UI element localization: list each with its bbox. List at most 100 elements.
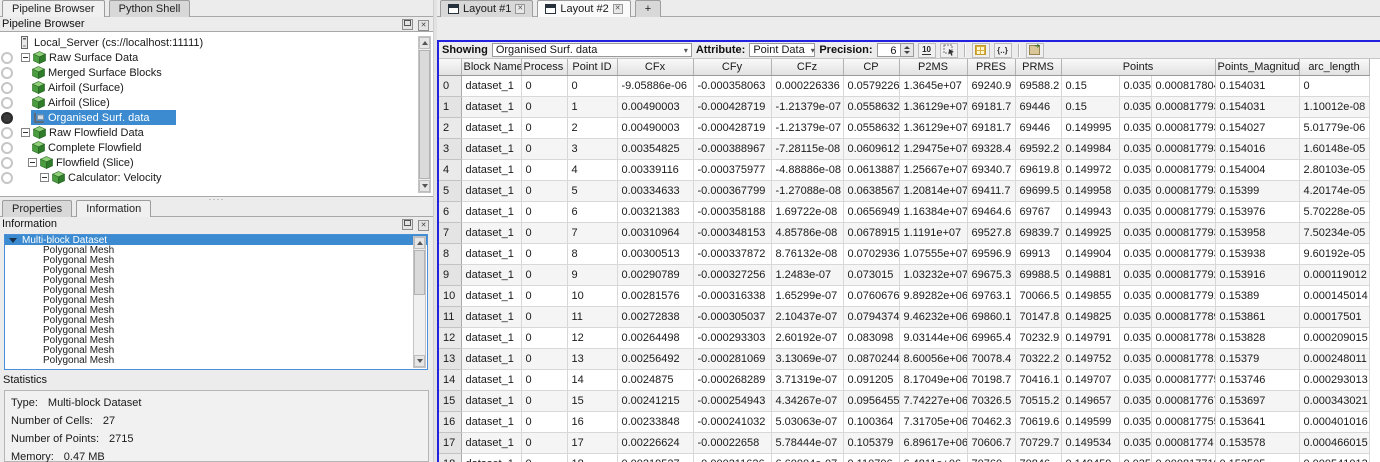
row-index-cell[interactable]: 11: [439, 306, 462, 328]
table-cell[interactable]: -9.05886e-06: [617, 75, 694, 97]
table-cell[interactable]: -0.000358063: [693, 75, 772, 97]
table-cell[interactable]: 0.0678915: [843, 222, 900, 244]
table-cell[interactable]: 0.091205: [843, 369, 900, 391]
table-cell[interactable]: -4.88886e-08: [771, 159, 844, 181]
table-cell[interactable]: 0.00321383: [617, 201, 694, 223]
table-cell[interactable]: 0.0613887: [843, 159, 900, 181]
table-cell[interactable]: 1.29475e+07: [899, 138, 968, 160]
column-header[interactable]: PRES: [967, 59, 1016, 76]
table-cell[interactable]: 0.035: [1119, 222, 1152, 244]
table-cell[interactable]: dataset_1: [461, 159, 522, 181]
table-cell[interactable]: 0.000817793: [1151, 222, 1216, 244]
table-cell[interactable]: dataset_1: [461, 369, 522, 391]
table-cell[interactable]: 8.17049e+06: [899, 369, 968, 391]
table-cell[interactable]: 0.0760676: [843, 285, 900, 307]
table-cell[interactable]: 70416.1: [1015, 369, 1062, 391]
visibility-eye-icon[interactable]: [0, 172, 13, 184]
table-cell[interactable]: 0.000817804: [1151, 75, 1216, 97]
table-cell[interactable]: 4: [567, 159, 618, 181]
visibility-eye-icon[interactable]: [0, 97, 13, 109]
pipeline-tree-item[interactable]: Airfoil (Slice): [0, 95, 433, 110]
table-cell[interactable]: 10: [567, 285, 618, 307]
scrollbar-thumb[interactable]: [414, 250, 425, 295]
table-cell[interactable]: 0.035: [1119, 348, 1152, 370]
info-list-item[interactable]: Polygonal Mesh: [5, 335, 427, 346]
table-cell[interactable]: -0.000241032: [693, 411, 772, 433]
table-cell[interactable]: 70198.7: [967, 369, 1016, 391]
tab-layout-1[interactable]: Layout #1: [440, 0, 534, 17]
visibility-eye-icon[interactable]: [0, 127, 13, 139]
table-cell[interactable]: 0.0558632: [843, 96, 900, 118]
table-cell[interactable]: 70760: [967, 453, 1016, 462]
table-cell[interactable]: 0.083098: [843, 327, 900, 349]
close-icon[interactable]: [418, 220, 429, 231]
table-cell[interactable]: 2: [567, 117, 618, 139]
showing-source-dropdown[interactable]: Organised Surf. data: [491, 43, 692, 57]
pipeline-tree-item[interactable]: Local_Server (cs://localhost:11111): [0, 35, 433, 50]
table-cell[interactable]: 0.00017501: [1299, 306, 1370, 328]
info-list-scrollbar[interactable]: [413, 236, 426, 368]
column-header[interactable]: Points_Magnitude: [1215, 59, 1300, 76]
table-cell[interactable]: 69839.7: [1015, 222, 1062, 244]
table-cell[interactable]: 0.035: [1119, 96, 1152, 118]
table-cell[interactable]: 1.60148e-05: [1299, 138, 1370, 160]
table-cell[interactable]: 8.76132e-08: [771, 243, 844, 265]
table-cell[interactable]: -0.000327256: [693, 264, 772, 286]
table-cell[interactable]: dataset_1: [461, 201, 522, 223]
table-cell[interactable]: 0.035: [1119, 159, 1152, 181]
row-index-cell[interactable]: 13: [439, 348, 462, 370]
precision-stepper[interactable]: 6: [876, 43, 914, 57]
table-cell[interactable]: 0.000817793: [1151, 243, 1216, 265]
table-cell[interactable]: 69588.2: [1015, 75, 1062, 97]
table-cell[interactable]: 0: [521, 369, 568, 391]
table-cell[interactable]: 0.000248011: [1299, 348, 1370, 370]
info-list-item-root[interactable]: Multi-block Dataset: [5, 235, 427, 246]
table-cell[interactable]: -0.000211626: [693, 453, 772, 462]
table-cell[interactable]: 14: [567, 369, 618, 391]
table-cell[interactable]: 0.00241215: [617, 390, 694, 412]
table-cell[interactable]: 0.035: [1119, 243, 1152, 265]
table-cell[interactable]: 0.149904: [1061, 243, 1120, 265]
table-cell[interactable]: 0.149599: [1061, 411, 1120, 433]
table-cell[interactable]: 9.03144e+06: [899, 327, 968, 349]
table-cell[interactable]: 6: [567, 201, 618, 223]
table-cell[interactable]: 1.36129e+07: [899, 117, 968, 139]
table-cell[interactable]: 2.60192e-07: [771, 327, 844, 349]
info-list-item[interactable]: Polygonal Mesh: [5, 245, 427, 256]
table-cell[interactable]: 0.153697: [1215, 390, 1300, 412]
table-cell[interactable]: 69699.5: [1015, 180, 1062, 202]
table-cell[interactable]: 0.00081774: [1151, 432, 1216, 454]
table-cell[interactable]: 0.149995: [1061, 117, 1120, 139]
table-cell[interactable]: 0: [521, 390, 568, 412]
table-cell[interactable]: 9.46232e+06: [899, 306, 968, 328]
table-cell[interactable]: 9.89282e+06: [899, 285, 968, 307]
table-cell[interactable]: 0.149984: [1061, 138, 1120, 160]
table-cell[interactable]: 0.000226336: [771, 75, 844, 97]
table-cell[interactable]: dataset_1: [461, 96, 522, 118]
select-cells-icon[interactable]: [939, 42, 958, 58]
tab-layout-2[interactable]: Layout #2: [537, 0, 631, 17]
table-cell[interactable]: 0.149972: [1061, 159, 1120, 181]
table-cell[interactable]: 0.149958: [1061, 180, 1120, 202]
table-cell[interactable]: 7.74227e+06: [899, 390, 968, 412]
column-header[interactable]: Points: [1061, 59, 1216, 76]
table-cell[interactable]: 70322.2: [1015, 348, 1062, 370]
table-cell[interactable]: 69527.8: [967, 222, 1016, 244]
table-cell[interactable]: 0.149707: [1061, 369, 1120, 391]
table-cell[interactable]: 70515.2: [1015, 390, 1062, 412]
table-cell[interactable]: 0.00310964: [617, 222, 694, 244]
table-cell[interactable]: -0.000388967: [693, 138, 772, 160]
scroll-down-icon[interactable]: [414, 355, 425, 367]
close-tab-icon[interactable]: [612, 4, 623, 14]
table-cell[interactable]: 0.149657: [1061, 390, 1120, 412]
table-cell[interactable]: 3.13069e-07: [771, 348, 844, 370]
table-cell[interactable]: 69988.5: [1015, 264, 1062, 286]
table-cell[interactable]: 0.000817791: [1151, 285, 1216, 307]
info-list-item[interactable]: Polygonal Mesh: [5, 315, 427, 326]
row-index-cell[interactable]: 8: [439, 243, 462, 265]
table-cell[interactable]: dataset_1: [461, 180, 522, 202]
table-cell[interactable]: 69181.7: [967, 117, 1016, 139]
table-cell[interactable]: 0.00272838: [617, 306, 694, 328]
table-cell[interactable]: 1.10012e-08: [1299, 96, 1370, 118]
table-cell[interactable]: -0.000348153: [693, 222, 772, 244]
